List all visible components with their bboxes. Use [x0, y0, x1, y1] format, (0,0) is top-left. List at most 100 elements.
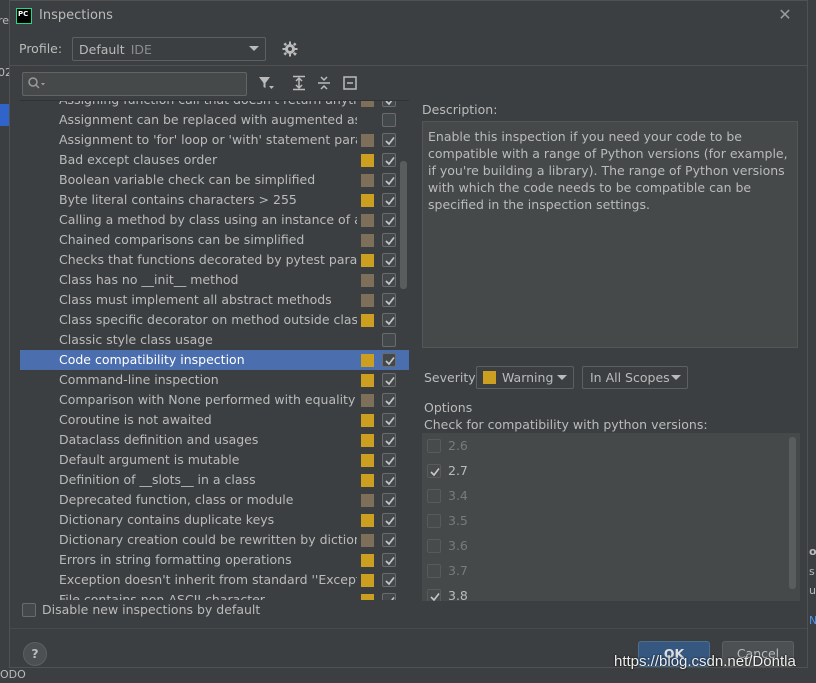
version-checkbox[interactable] [427, 489, 441, 503]
background-text: s [809, 565, 815, 578]
inspection-checkbox[interactable] [382, 253, 396, 267]
severity-indicator [361, 554, 374, 567]
close-icon[interactable]: ✕ [778, 5, 791, 24]
tree-row[interactable]: Classic style class usage [20, 330, 409, 350]
inspection-checkbox[interactable] [382, 373, 396, 387]
tree-row[interactable]: Checks that functions decorated by pytes… [20, 250, 409, 270]
versions-scrollbar[interactable] [789, 437, 796, 589]
divider [10, 65, 807, 66]
inspection-name: Exception doesn't inherit from standard … [59, 572, 357, 587]
tree-row[interactable]: Deprecated function, class or module [20, 490, 409, 510]
inspection-checkbox[interactable] [382, 393, 396, 407]
inspection-checkbox[interactable] [382, 353, 396, 367]
tree-scrollbar[interactable] [400, 161, 407, 289]
scope-dropdown[interactable]: In All Scopes [582, 366, 688, 389]
severity-indicator [361, 394, 374, 407]
compat-label: Check for compatibility with python vers… [424, 417, 708, 432]
search-input[interactable] [22, 72, 247, 96]
tree-row[interactable]: Errors in string formatting operations [20, 550, 409, 570]
inspection-checkbox[interactable] [382, 101, 396, 107]
inspection-checkbox[interactable] [382, 133, 396, 147]
tree-row[interactable]: Definition of __slots__ in a class [20, 470, 409, 490]
tree-row[interactable]: Bad except clauses order [20, 150, 409, 170]
tree-row[interactable]: Default argument is mutable [20, 450, 409, 470]
options-label: Options [424, 400, 473, 415]
disable-new-checkbox[interactable] [22, 603, 36, 617]
tree-row[interactable]: Assigning function call that doesn't ret… [20, 101, 409, 110]
inspection-name: Dataclass definition and usages [59, 432, 259, 447]
background-selection [0, 104, 9, 126]
tree-row[interactable]: Byte literal contains characters > 255 [20, 190, 409, 210]
inspection-name: Class must implement all abstract method… [59, 292, 332, 307]
inspection-checkbox[interactable] [382, 173, 396, 187]
inspections-tree[interactable]: Assigning function call that doesn't ret… [20, 100, 409, 600]
inspection-name: Deprecated function, class or module [59, 492, 294, 507]
tree-row[interactable]: Assignment to 'for' loop or 'with' state… [20, 130, 409, 150]
inspection-checkbox[interactable] [382, 273, 396, 287]
inspections-dialog: PC Inspections ✕ Profile: Default IDE Ass… [9, 0, 808, 668]
tree-row[interactable]: Class must implement all abstract method… [20, 290, 409, 310]
profile-dropdown[interactable]: Default IDE [72, 37, 266, 61]
inspection-checkbox[interactable] [382, 413, 396, 427]
inspection-checkbox[interactable] [382, 533, 396, 547]
tree-row[interactable]: Class has no __init__ method [20, 270, 409, 290]
version-checkbox[interactable] [427, 439, 441, 453]
version-item[interactable]: 3.4 [422, 484, 792, 509]
version-item[interactable]: 2.7 [422, 459, 792, 484]
tree-row[interactable]: Comparison with None performed with equa… [20, 390, 409, 410]
filter-icon[interactable] [257, 74, 275, 92]
inspection-checkbox[interactable] [382, 453, 396, 467]
version-item[interactable]: 3.6 [422, 534, 792, 559]
inspection-checkbox[interactable] [382, 433, 396, 447]
severity-indicator [361, 354, 374, 367]
tree-row[interactable]: Dataclass definition and usages [20, 430, 409, 450]
tree-row[interactable]: Exception doesn't inherit from standard … [20, 570, 409, 590]
background-ide-bottom: ODO [0, 668, 816, 683]
close-button[interactable]: ✕ [774, 5, 796, 27]
gear-icon[interactable] [281, 40, 299, 58]
tree-row[interactable]: Coroutine is not awaited [20, 410, 409, 430]
version-checkbox[interactable] [427, 464, 441, 478]
inspection-name: Calling a method by class using an insta… [59, 212, 357, 227]
tree-row[interactable]: Dictionary creation could be rewritten b… [20, 530, 409, 550]
inspection-checkbox[interactable] [382, 513, 396, 527]
tree-row[interactable]: Boolean variable check can be simplified [20, 170, 409, 190]
inspection-checkbox[interactable] [382, 493, 396, 507]
collapse-all-icon[interactable] [315, 74, 333, 92]
inspection-checkbox[interactable] [382, 573, 396, 587]
tree-row[interactable]: Class specific decorator on method outsi… [20, 310, 409, 330]
help-button[interactable]: ? [23, 642, 47, 666]
inspection-checkbox[interactable] [382, 213, 396, 227]
tree-row[interactable]: Dictionary contains duplicate keys [20, 510, 409, 530]
reset-icon[interactable] [341, 74, 359, 92]
expand-all-icon[interactable] [290, 74, 308, 92]
version-item[interactable]: 3.8 [422, 584, 792, 601]
inspection-checkbox[interactable] [382, 553, 396, 567]
inspection-checkbox[interactable] [382, 113, 396, 127]
version-checkbox[interactable] [427, 589, 441, 601]
version-item[interactable]: 2.6 [422, 434, 792, 459]
severity-indicator [361, 254, 374, 267]
tree-row[interactable]: Command-line inspection [20, 370, 409, 390]
inspection-checkbox[interactable] [382, 313, 396, 327]
tree-row[interactable]: File contains non-ASCII character [20, 590, 409, 600]
version-checkbox[interactable] [427, 564, 441, 578]
python-versions-list[interactable]: 2.6 2.7 3.4 3.5 3.6 3.7 3.8 [422, 433, 800, 601]
tree-row[interactable]: Code compatibility inspection [20, 350, 409, 370]
tree-row[interactable]: Calling a method by class using an insta… [20, 210, 409, 230]
version-checkbox[interactable] [427, 514, 441, 528]
inspection-checkbox[interactable] [382, 153, 396, 167]
inspection-checkbox[interactable] [382, 473, 396, 487]
version-checkbox[interactable] [427, 539, 441, 553]
version-item[interactable]: 3.7 [422, 559, 792, 584]
inspection-checkbox[interactable] [382, 333, 396, 347]
version-item[interactable]: 3.5 [422, 509, 792, 534]
tree-row[interactable]: Assignment can be replaced with augmente… [20, 110, 409, 130]
inspection-checkbox[interactable] [382, 293, 396, 307]
chevron-down-icon [557, 375, 567, 380]
inspection-checkbox[interactable] [382, 193, 396, 207]
inspection-checkbox[interactable] [382, 593, 396, 600]
tree-row[interactable]: Chained comparisons can be simplified [20, 230, 409, 250]
inspection-checkbox[interactable] [382, 233, 396, 247]
severity-dropdown[interactable]: Warning [476, 366, 574, 389]
